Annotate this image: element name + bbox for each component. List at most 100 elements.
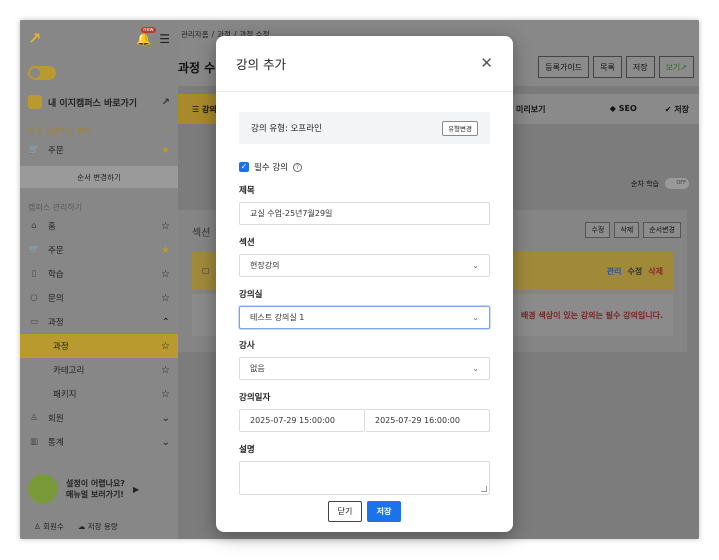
title-value: 교실 수업-25년7월29일: [250, 209, 333, 218]
folder-icon: ▭: [29, 317, 39, 327]
chevron-down-icon: ⌄: [472, 313, 479, 322]
modal-body: 강의 유형: 오프라인 유형변경 ✓ 필수 강의 ? 제목 교실 수업-25년7…: [216, 92, 513, 495]
title-label: 제목: [239, 186, 255, 196]
star-icon[interactable]: ☆: [161, 389, 170, 400]
lecture-type-box: 강의 유형: 오프라인 유형변경: [239, 112, 490, 144]
lecture-type-label: 강의 유형: 오프라인: [251, 124, 322, 134]
close-icon[interactable]: ✕: [480, 56, 493, 71]
required-label: 필수 강의: [254, 163, 288, 173]
play-icon: ▶: [132, 484, 140, 494]
logo-icon: ↗: [28, 29, 42, 48]
star-icon[interactable]: ★: [161, 245, 170, 256]
modal-title: 강의 추가: [236, 57, 286, 72]
sidebar-subitem-package[interactable]: 패키지 ☆: [20, 382, 178, 406]
tab-save[interactable]: ✔ 저장: [665, 104, 689, 115]
list-button[interactable]: 목록: [593, 56, 622, 78]
sidebar-subitem-category[interactable]: 카테고리 ☆: [20, 358, 178, 382]
close-button[interactable]: 닫기: [328, 501, 362, 522]
required-checkbox-row[interactable]: ✓ 필수 강의 ?: [239, 161, 490, 173]
star-icon[interactable]: ☆: [161, 365, 170, 376]
sidebar-item-label: 문의: [48, 294, 64, 304]
view-button[interactable]: 보기 ↗: [658, 56, 694, 78]
delete-section-button[interactable]: 삭제: [614, 222, 640, 238]
edit-link[interactable]: 수정: [628, 266, 643, 277]
edit-section-button[interactable]: 수정: [585, 222, 611, 238]
sidebar-footer: ♙ 회원수 ☁ 저장 용량: [20, 513, 178, 539]
start-date-input[interactable]: 2025-07-29 15:00:00: [239, 409, 365, 432]
header-actions: 등록가이드 목록 저장 보기 ↗: [538, 56, 694, 78]
user-icon: ♙: [30, 413, 38, 423]
section-header: 섹션: [192, 228, 211, 239]
sidebar-item-frequent-order[interactable]: 🛒 주문 ★: [20, 138, 178, 162]
sidebar-item-order[interactable]: 🛒 주문 ★: [20, 238, 178, 262]
storage-label: 저장 용량: [87, 521, 118, 531]
sequential-learning-toggle[interactable]: 순차 학습 OFF: [631, 178, 689, 189]
bell-icon[interactable]: 🔔 new: [136, 27, 156, 46]
description-textarea[interactable]: [239, 461, 490, 495]
tab-preview[interactable]: 미리보기: [516, 104, 545, 115]
sidebar-item-stats[interactable]: ▥ 통계 ⌄: [20, 430, 178, 454]
star-icon[interactable]: ☆: [161, 221, 170, 232]
manage-link[interactable]: 관리: [607, 266, 622, 277]
manual-help-link[interactable]: 설정이 어렵나요? 매뉴얼 보러가기! ▶: [28, 472, 170, 506]
sidebar-toggle[interactable]: [28, 66, 56, 80]
tab-label: SEO: [618, 103, 637, 113]
reorder-button[interactable]: 순서변경: [643, 222, 681, 238]
chevron-down-icon: ⌄: [472, 364, 479, 373]
easycampus-link-label: 내 이지캠퍼스 바로가기: [48, 98, 138, 109]
save-button[interactable]: 저장: [367, 501, 401, 522]
star-icon[interactable]: ☆: [161, 269, 170, 280]
page-title: 과정 수: [178, 60, 216, 75]
tab-lectures[interactable]: ☰ 강의: [178, 94, 218, 124]
sequential-label: 순차 학습: [631, 179, 659, 188]
easycampus-link[interactable]: 내 이지캠퍼스 바로가기 ↗: [20, 92, 178, 112]
frequent-menu-title[interactable]: 자주 사용하는 메뉴 ⌃: [20, 124, 178, 138]
cart-icon: 🛒: [28, 145, 40, 155]
breadcrumb-item[interactable]: 관리자홈: [181, 29, 209, 40]
date-label: 강의일자: [239, 393, 271, 403]
tab-label: 미리보기: [516, 104, 546, 114]
sidebar-item-inquiry[interactable]: ○ 문의 ☆: [20, 286, 178, 310]
sidebar-item-learning[interactable]: ▯ 학습 ☆: [20, 262, 178, 286]
campus-menu-label: 캠퍼스 관리하기: [28, 202, 83, 212]
star-icon[interactable]: ★: [161, 145, 170, 156]
room-select[interactable]: 테스트 강의실 1 ⌄: [239, 306, 490, 329]
instructor-label: 강사: [239, 341, 255, 351]
guide-button[interactable]: 등록가이드: [538, 56, 590, 78]
help-text: 설정이 어렵나요? 매뉴얼 보러가기!: [66, 478, 125, 500]
order-change-label: 순서 변경하기: [77, 172, 121, 182]
delete-link[interactable]: 삭제: [648, 266, 663, 277]
required-checkbox[interactable]: ✓: [239, 162, 249, 172]
title-input[interactable]: 교실 수업-25년7월29일: [239, 202, 490, 225]
menu-icon[interactable]: ☰: [159, 32, 170, 46]
star-icon[interactable]: ☆: [161, 293, 170, 304]
change-type-button[interactable]: 유형변경: [442, 120, 478, 136]
instructor-select[interactable]: 없음 ⌄: [239, 357, 490, 380]
new-badge: new: [141, 27, 156, 33]
members-count-link[interactable]: ♙ 회원수: [34, 521, 64, 532]
chevron-up-icon: ⌃: [161, 316, 170, 328]
bookmark-icon: ▯: [31, 269, 37, 279]
mascot-avatar: [28, 474, 58, 504]
tab-seo[interactable]: ◆ SEO: [610, 104, 637, 115]
header-save-button[interactable]: 저장: [625, 56, 655, 78]
section-select[interactable]: 현장강의 ⌄: [239, 254, 490, 277]
star-icon[interactable]: ☆: [161, 341, 170, 352]
sidebar-item-label: 회원: [48, 414, 64, 424]
end-date-input[interactable]: 2025-07-29 16:00:00: [365, 409, 490, 432]
sidebar-subitem-course[interactable]: 과정 ☆: [20, 334, 178, 358]
order-change-button[interactable]: 순서 변경하기: [20, 166, 178, 188]
sidebar-item-label: 카테고리: [53, 366, 85, 376]
sidebar-item-home[interactable]: ⌂ 홈 ☆: [20, 214, 178, 238]
sidebar-item-course[interactable]: ▭ 과정 ⌃: [20, 310, 178, 334]
sidebar-item-members[interactable]: ♙ 회원 ⌄: [20, 406, 178, 430]
view-button-label: 보기: [665, 62, 681, 72]
home-icon: [28, 95, 42, 109]
help-icon[interactable]: ?: [292, 162, 302, 172]
sidebar-item-label: 패키지: [53, 390, 77, 400]
frequent-menu-label: 자주 사용하는 메뉴: [28, 126, 92, 136]
storage-link[interactable]: ☁ 저장 용량: [78, 521, 118, 532]
sidebar-item-label: 과정: [48, 318, 64, 328]
row-checkbox[interactable]: ☐: [202, 267, 209, 276]
tab-label: 저장: [674, 104, 689, 114]
